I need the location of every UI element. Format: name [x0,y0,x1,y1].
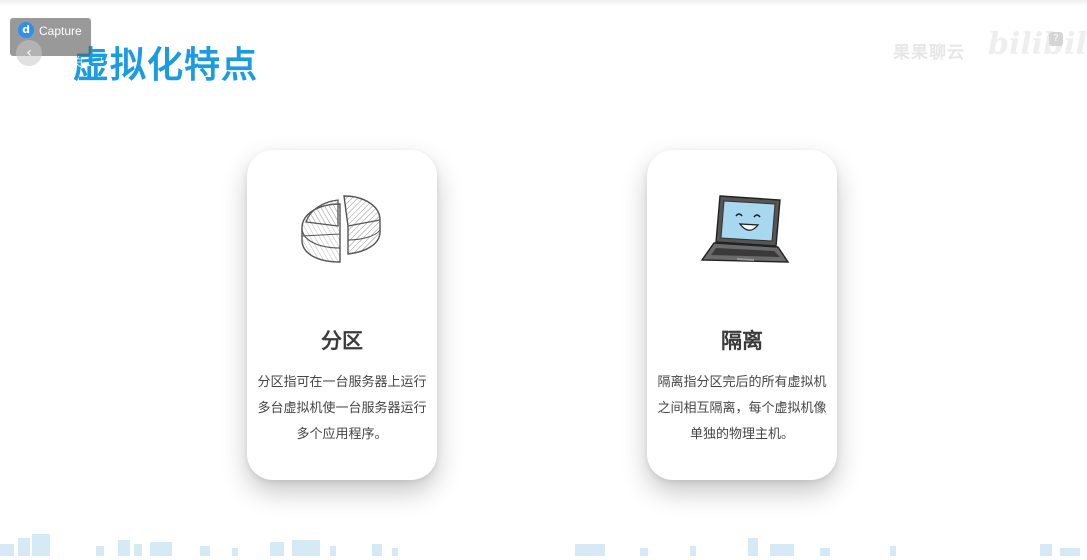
capture-overlay[interactable]: d Capture ‹ + 关注 [10,18,91,86]
card-description: 隔离指分区完后的所有虚拟机之间相互隔离，每个虚拟机像单独的物理主机。 [657,375,827,442]
capture-logo-icon: d [18,22,34,38]
page-title: 虚拟化特点 [73,45,259,86]
card-title: 分区 [321,329,363,353]
channel-watermark: 果果聊云 [893,43,965,63]
laptop-icon [692,190,792,272]
capture-app-name: Capture [39,24,82,38]
feature-card-isolation: 隔离 隔离指分区完后的所有虚拟机之间相互隔离，每个虚拟机像单独的物理主机。 [647,150,837,480]
back-arrow-icon[interactable]: ‹ [16,40,42,66]
decorative-skyline [0,532,1087,556]
card-description: 分区指可在一台服务器上运行多台虚拟机使一台服务器运行多个应用程序。 [257,375,427,442]
bilibili-logo-text: bilibili [988,27,1087,62]
bilibili-logo: bilibili [988,27,1087,62]
follow-button[interactable]: + 关注 [56,53,91,87]
card-title: 隔离 [721,329,763,353]
pie-chart-icon [292,190,392,272]
feature-card-partition: 分区 分区指可在一台服务器上运行多台虚拟机使一台服务器运行多个应用程序。 [247,150,437,480]
help-badge[interactable]: ? [1049,32,1063,46]
top-border [0,0,1087,6]
